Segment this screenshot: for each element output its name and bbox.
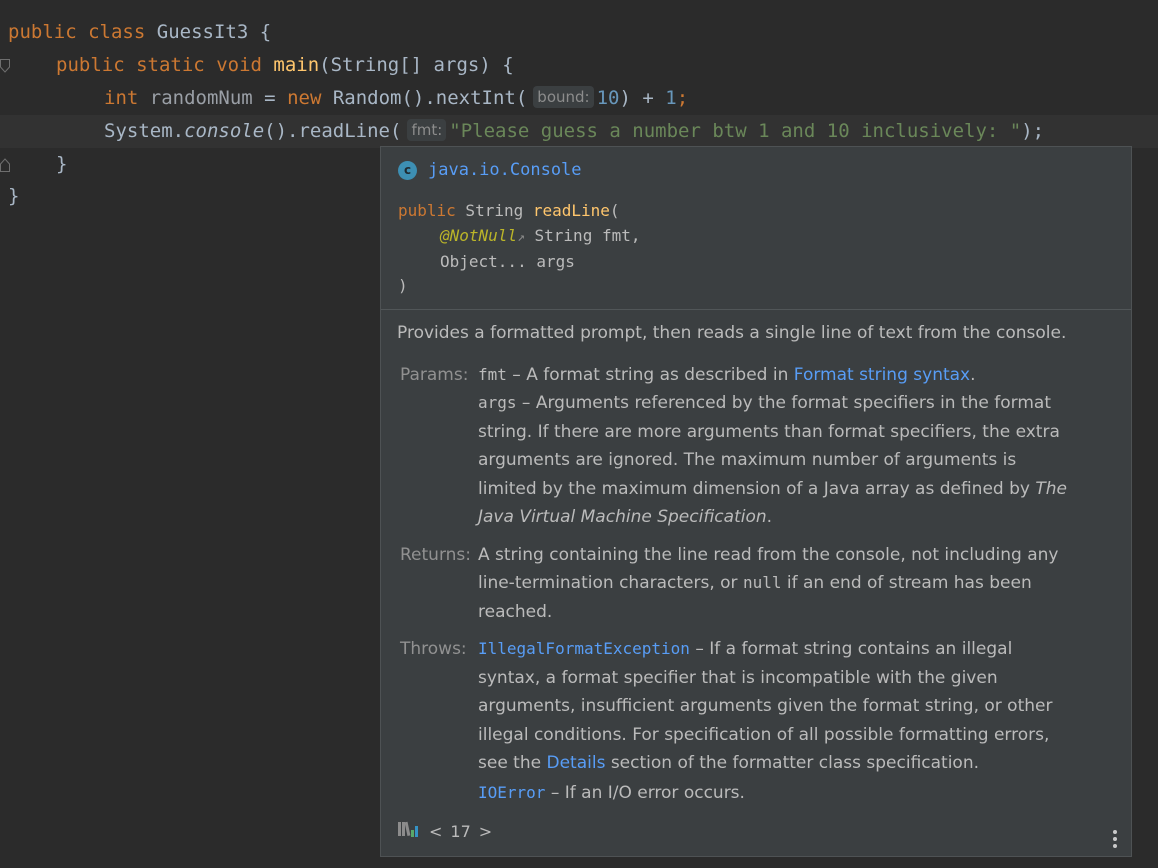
returns-line-2: line-termination characters, or null if …	[478, 573, 1032, 593]
class-header: c java.io.Console	[398, 158, 582, 182]
variable-name: randomNum	[149, 87, 253, 109]
code-text: Random().nextInt(	[321, 87, 528, 109]
keyword: public	[8, 21, 77, 43]
jdk-version: 17	[450, 821, 471, 841]
code-line-2[interactable]: public static void main(String[] args) {	[0, 49, 1158, 82]
external-link-icon: ↗	[517, 230, 525, 245]
format-string-syntax-link[interactable]: Format string syntax	[794, 365, 970, 385]
params-line-5: limited by the maximum dimension of a Ja…	[478, 479, 1067, 499]
code-text: =	[252, 87, 288, 109]
next-version-button[interactable]: >	[479, 822, 492, 841]
quick-documentation-popup[interactable]: c java.io.Console public String readLine…	[380, 146, 1132, 857]
params-line-4: arguments are ignored. The maximum numbe…	[478, 450, 1017, 470]
signature-line-3: Object... args	[440, 252, 575, 271]
method-name: main	[273, 54, 320, 76]
returns-line-3: reached.	[478, 602, 553, 622]
brace: {	[259, 21, 272, 43]
details-link[interactable]: Details	[546, 753, 605, 773]
parameter-hint[interactable]: bound:	[533, 86, 594, 108]
throws-label: Throws:	[400, 639, 467, 659]
keyword: class	[88, 21, 146, 43]
code-text: (String[] args) {	[319, 54, 514, 76]
code-line-3[interactable]: int randomNum = new Random().nextInt(bou…	[0, 82, 1158, 115]
throws-line-6: IOError – If an I/O error occurs.	[478, 783, 745, 803]
throws-line-5: see the Details section of the formatter…	[478, 753, 980, 773]
params-line-1: fmt – A format string as described in Fo…	[478, 365, 976, 385]
returns-label: Returns:	[400, 545, 471, 565]
keyword: static	[136, 54, 205, 76]
signature-line-2: @NotNull↗ String fmt,	[440, 226, 641, 245]
popup-footer: < 17 >	[397, 819, 492, 843]
keyword: new	[287, 87, 322, 109]
throws-line-2: syntax, a format specifier that is incom…	[478, 668, 998, 688]
semicolon: ;	[676, 87, 689, 109]
signature-section: c java.io.Console public String readLine…	[381, 147, 1131, 310]
fold-end-marker-icon[interactable]	[0, 158, 10, 172]
class-icon: c	[398, 160, 417, 180]
number-literal: 10	[596, 87, 620, 109]
returns-line-1: A string containing the line read from t…	[478, 545, 1059, 565]
parameter-hint[interactable]: fmt:	[407, 119, 447, 141]
previous-version-button[interactable]: <	[429, 822, 442, 841]
brace: }	[56, 153, 68, 175]
params-line-2: args – Arguments referenced by the forma…	[478, 393, 1052, 413]
library-icon	[397, 820, 421, 842]
class-name: GuessIt3	[156, 21, 249, 43]
keyword: public	[56, 54, 125, 76]
params-label: Params:	[400, 365, 469, 385]
more-options-icon[interactable]	[1112, 830, 1118, 850]
code-line-4[interactable]: System.console().readLine(fmt: "Please gu…	[0, 115, 1158, 148]
illegal-format-exception-link[interactable]: IllegalFormatException	[478, 639, 690, 658]
annotation-link[interactable]: @NotNull	[440, 226, 517, 245]
number-literal: 1	[665, 87, 677, 109]
method-name: console	[184, 120, 265, 142]
brace: }	[8, 185, 20, 207]
signature-line-4: )	[398, 276, 408, 295]
ioerror-link[interactable]: IOError	[478, 783, 545, 802]
throws-line-3: arguments, insufficient arguments given …	[478, 696, 1053, 716]
code-line-1[interactable]: public class GuessIt3 {	[0, 16, 1158, 49]
code-text: ().readLine(	[264, 120, 402, 142]
method-description: Provides a formatted prompt, then reads …	[397, 323, 1067, 343]
code-text: ) +	[619, 87, 666, 109]
signature-line-1: public String readLine(	[398, 201, 620, 220]
fold-marker-icon[interactable]	[0, 59, 10, 73]
throws-line-1: IllegalFormatException – If a format str…	[478, 639, 1013, 659]
code-text: );	[1021, 120, 1045, 142]
params-line-6: Java Virtual Machine Specification.	[478, 507, 773, 527]
params-line-3: string. If there are more arguments than…	[478, 422, 1060, 442]
string-literal: "Please guess a number btw 1 and 10 incl…	[449, 120, 1022, 142]
keyword: int	[104, 87, 139, 109]
keyword: void	[216, 54, 262, 76]
throws-line-4: illegal conditions. For specification of…	[478, 725, 1050, 745]
class-name-link[interactable]: java.io.Console	[428, 160, 582, 180]
code-text: System.	[104, 120, 185, 142]
